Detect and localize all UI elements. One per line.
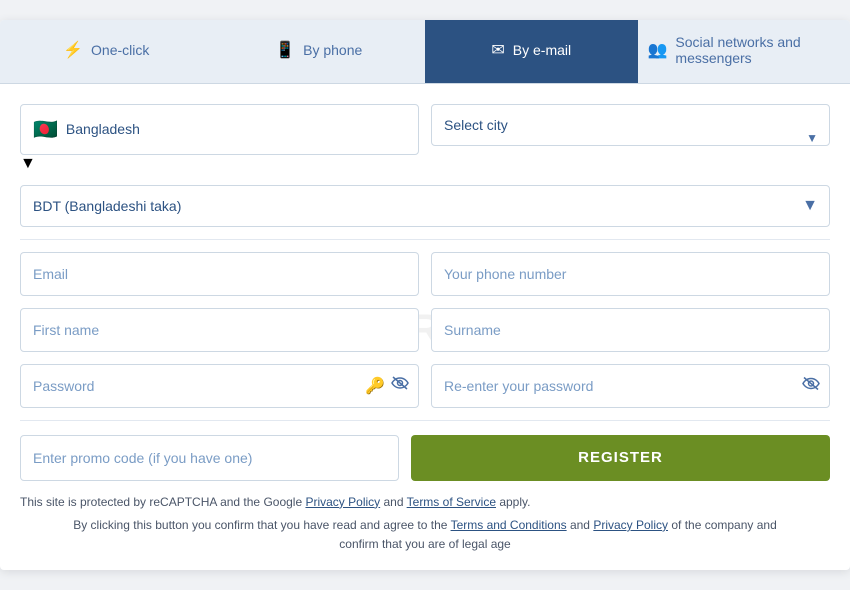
tab-by-phone-label: By phone [303,42,362,58]
divider-2 [20,420,830,421]
city-select-wrapper[interactable]: Select city ▼ [431,104,830,173]
tab-by-phone[interactable]: 📱 By phone [213,20,426,83]
tab-one-click[interactable]: ⚡ One-click [0,20,213,83]
register-button[interactable]: REGISTER [411,435,830,481]
firstname-input[interactable] [20,308,419,352]
name-row [20,308,830,352]
password-icons: 🔑 [365,376,409,396]
password-row: 🔑 [20,364,830,408]
password-input[interactable] [20,364,419,408]
tab-bar: ⚡ One-click 📱 By phone ✉ By e-mail 👥 Soc… [0,20,850,84]
tab-social[interactable]: 👥 Social networks and messengers [638,20,850,83]
promo-input[interactable] [20,435,399,481]
legal-line3: confirm that you are of legal age [339,537,510,551]
email-input[interactable] [20,252,419,296]
currency-row: BDT (Bangladeshi taka) ▼ [20,185,830,227]
lightning-icon: ⚡ [63,40,83,60]
phone-input[interactable] [431,252,830,296]
social-icon: 👥 [648,40,668,60]
tab-social-label: Social networks and messengers [675,34,840,66]
eye-slash-icon[interactable] [391,376,409,395]
surname-input[interactable] [431,308,830,352]
country-select-wrapper[interactable]: 🇧🇩 Bangladesh ▼ [20,104,419,173]
privacy-policy-link[interactable]: Privacy Policy [305,495,380,509]
privacy-policy2-link[interactable]: Privacy Policy [593,518,668,532]
form-body: N⊙STRABET 🇧🇩 Bangladesh ▼ Select city ▼ [20,104,830,555]
key-icon[interactable]: 🔑 [365,376,385,396]
reenter-password-input[interactable] [431,364,830,408]
tab-by-email-label: By e-mail [513,42,571,58]
divider-1 [20,239,830,240]
terms-of-service-link[interactable]: Terms of Service [407,495,496,509]
promo-input-wrapper [20,435,399,481]
tab-by-email[interactable]: ✉ By e-mail [425,20,638,83]
reenter-password-icons [802,376,820,395]
terms-conditions-link[interactable]: Terms and Conditions [451,518,567,532]
reenter-password-field-wrapper [431,364,830,408]
currency-select[interactable]: BDT (Bangladeshi taka) [20,185,830,227]
reenter-eye-slash-icon[interactable] [802,376,820,395]
country-flag: 🇧🇩 [33,117,58,142]
country-city-row: 🇧🇩 Bangladesh ▼ Select city ▼ [20,104,830,173]
legal-text: This site is protected by reCAPTCHA and … [20,493,830,555]
country-display[interactable]: 🇧🇩 Bangladesh [20,104,419,155]
email-icon: ✉ [491,40,504,60]
email-field-wrapper [20,252,419,296]
surname-field-wrapper [431,308,830,352]
phone-field-wrapper [431,252,830,296]
country-name: Bangladesh [66,121,140,137]
promo-register-row: REGISTER [20,435,830,481]
currency-wrapper[interactable]: BDT (Bangladeshi taka) ▼ [20,185,830,227]
password-field-wrapper: 🔑 [20,364,419,408]
legal-line2: By clicking this button you confirm that… [20,516,830,554]
form-area: N⊙STRABET 🇧🇩 Bangladesh ▼ Select city ▼ [0,84,850,571]
firstname-field-wrapper [20,308,419,352]
city-select[interactable]: Select city [431,104,830,146]
email-phone-row [20,252,830,296]
tab-one-click-label: One-click [91,42,149,58]
country-chevron-icon: ▼ [20,155,36,172]
phone-icon: 📱 [275,40,295,60]
legal-line1: This site is protected by reCAPTCHA and … [20,493,830,512]
